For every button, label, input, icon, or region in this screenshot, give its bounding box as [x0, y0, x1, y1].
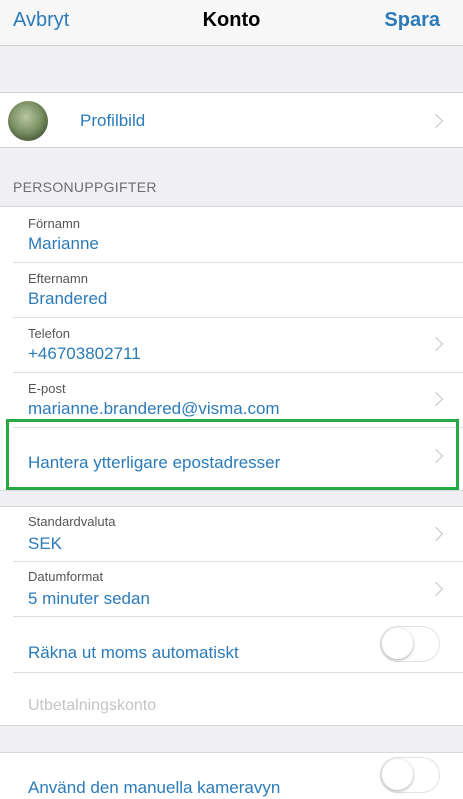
phone-value: +46703802711 — [28, 344, 141, 363]
payout-account-row: Utbetalningskonto — [0, 673, 463, 725]
currency-value: SEK — [28, 534, 63, 553]
save-button[interactable]: Spara — [384, 9, 440, 32]
date-format-field[interactable]: Datumformat 5 minuter sedan — [0, 562, 463, 616]
last-name-value: Brandered — [28, 289, 108, 308]
first-name-label: Förnamn — [28, 216, 81, 231]
auto-vat-label: Räkna ut moms automatiskt — [28, 643, 239, 662]
profile-picture-label: Profilbild — [80, 111, 146, 130]
navigation-bar: Avbryt Konto Spara — [0, 0, 463, 46]
last-name-field[interactable]: Efternamn Brandered — [0, 263, 463, 317]
auto-vat-toggle[interactable] — [380, 626, 440, 662]
profile-picture-row[interactable]: Profilbild — [0, 92, 463, 148]
email-value: marianne.brandered@visma.com — [28, 399, 280, 418]
toggle-knob — [382, 628, 413, 659]
chevron-right-icon — [428, 526, 444, 542]
chevron-right-icon — [428, 113, 444, 129]
highlight-frame — [6, 419, 459, 490]
first-name-field[interactable]: Förnamn Marianne — [0, 207, 463, 262]
phone-field[interactable]: Telefon +46703802711 — [0, 318, 463, 372]
avatar — [8, 101, 48, 141]
last-name-label: Efternamn — [28, 271, 88, 286]
camera-group: Använd den manuella kameravyn — [0, 752, 463, 799]
chevron-right-icon — [428, 391, 444, 407]
toggle-knob — [382, 759, 413, 790]
date-format-label: Datumformat — [28, 569, 104, 584]
manual-camera-toggle[interactable] — [380, 757, 440, 793]
chevron-right-icon — [428, 336, 444, 352]
chevron-right-icon — [428, 581, 444, 597]
date-format-value: 5 minuter sedan — [28, 589, 150, 608]
auto-vat-row: Räkna ut moms automatiskt — [0, 617, 463, 672]
currency-field[interactable]: Standardvaluta SEK — [0, 507, 463, 561]
email-label: E-post — [28, 381, 66, 396]
settings-group: Standardvaluta SEK Datumformat 5 minuter… — [0, 506, 463, 726]
manual-camera-label: Använd den manuella kameravyn — [28, 778, 281, 797]
account-screen: Avbryt Konto Spara Profilbild PERSONUPPG… — [0, 0, 463, 799]
payout-account-label: Utbetalningskonto — [28, 697, 157, 714]
manual-camera-row: Använd den manuella kameravyn — [0, 753, 463, 799]
currency-label: Standardvaluta — [28, 514, 116, 529]
personal-info-header: PERSONUPPGIFTER — [13, 179, 157, 195]
phone-label: Telefon — [28, 326, 70, 341]
first-name-value: Marianne — [28, 234, 99, 253]
